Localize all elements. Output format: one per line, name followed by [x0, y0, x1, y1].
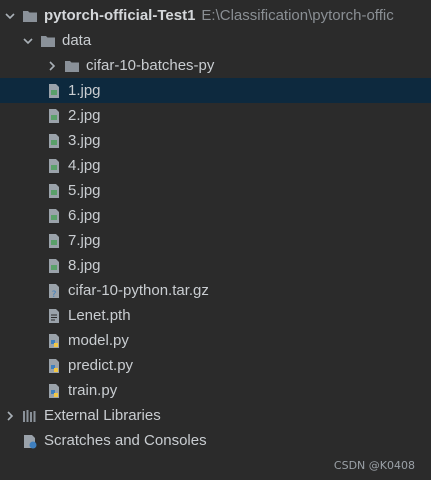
image-file-icon [46, 258, 62, 274]
batches-folder-label: cifar-10-batches-py [86, 57, 215, 74]
tree-node-data-folder[interactable]: data [0, 28, 431, 53]
tree-node-file-tar-gz[interactable]: ? cifar-10-python.tar.gz [0, 278, 431, 303]
image-file-icon [46, 208, 62, 224]
python-file-icon [46, 358, 62, 374]
file-label: model.py [68, 332, 129, 349]
project-tree: pytorch-official-Test1 E:\Classification… [0, 3, 431, 453]
chevron-right-icon[interactable] [46, 60, 58, 72]
scratches-icon [22, 433, 38, 449]
tree-node-file-model-py[interactable]: model.py [0, 328, 431, 353]
file-label: 3.jpg [68, 132, 101, 149]
tree-node-file-2-jpg[interactable]: 2.jpg [0, 103, 431, 128]
chevron-down-icon[interactable] [4, 10, 16, 22]
chevron-right-icon[interactable] [4, 410, 16, 422]
file-label: Lenet.pth [68, 307, 131, 324]
folder-icon [22, 8, 38, 24]
watermark: CSDN @K0408 [333, 459, 415, 472]
file-label: 8.jpg [68, 257, 101, 274]
tree-node-file-5-jpg[interactable]: 5.jpg [0, 178, 431, 203]
data-folder-label: data [62, 32, 92, 49]
libraries-icon [22, 408, 38, 424]
file-label: predict.py [68, 357, 134, 374]
tree-node-file-8-jpg[interactable]: 8.jpg [0, 253, 431, 278]
tree-node-file-predict-py[interactable]: predict.py [0, 353, 431, 378]
tree-node-file-3-jpg[interactable]: 3.jpg [0, 128, 431, 153]
python-file-icon [46, 333, 62, 349]
file-label: 6.jpg [68, 207, 101, 224]
tree-node-file-train-py[interactable]: train.py [0, 378, 431, 403]
tree-node-project-root[interactable]: pytorch-official-Test1 E:\Classification… [0, 3, 431, 28]
chevron-down-icon[interactable] [22, 35, 34, 47]
tree-node-file-7-jpg[interactable]: 7.jpg [0, 228, 431, 253]
tree-node-file-4-jpg[interactable]: 4.jpg [0, 153, 431, 178]
image-file-icon [46, 233, 62, 249]
file-label: 2.jpg [68, 107, 101, 124]
tree-node-external-libraries[interactable]: External Libraries [0, 403, 431, 428]
tree-node-file-6-jpg[interactable]: 6.jpg [0, 203, 431, 228]
file-label: 5.jpg [68, 182, 101, 199]
python-file-icon [46, 383, 62, 399]
image-file-icon [46, 108, 62, 124]
scratches-label: Scratches and Consoles [44, 432, 207, 449]
folder-icon [40, 33, 56, 49]
folder-icon [64, 58, 80, 74]
project-path: E:\Classification\pytorch-offic [201, 7, 394, 24]
tree-node-file-lenet-pth[interactable]: Lenet.pth [0, 303, 431, 328]
tree-node-scratches[interactable]: Scratches and Consoles [0, 428, 431, 453]
image-file-icon [46, 133, 62, 149]
file-label: cifar-10-python.tar.gz [68, 282, 209, 299]
file-label: train.py [68, 382, 118, 399]
svg-text:?: ? [52, 290, 57, 299]
file-label: 1.jpg [68, 82, 101, 99]
tree-node-batches-folder[interactable]: cifar-10-batches-py [0, 53, 431, 78]
text-file-icon [46, 308, 62, 324]
external-libraries-label: External Libraries [44, 407, 161, 424]
image-file-icon [46, 83, 62, 99]
unknown-file-icon: ? [46, 283, 62, 299]
tree-node-file-1-jpg[interactable]: 1.jpg [0, 78, 431, 103]
file-label: 4.jpg [68, 157, 101, 174]
file-label: 7.jpg [68, 232, 101, 249]
image-file-icon [46, 158, 62, 174]
project-name: pytorch-official-Test1 [44, 7, 196, 24]
image-file-icon [46, 183, 62, 199]
